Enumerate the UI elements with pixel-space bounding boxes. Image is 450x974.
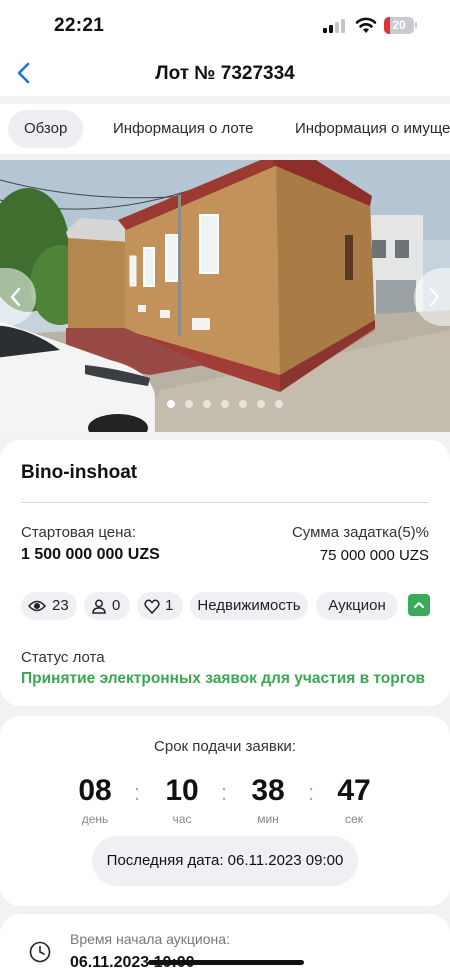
favorites-count: 1 — [165, 597, 174, 614]
battery-icon: 20 — [384, 17, 414, 34]
photo-gallery[interactable] — [0, 160, 450, 432]
header: Лот № 7327334 — [0, 52, 450, 96]
battery-level: 20 — [392, 18, 406, 32]
pagination-dot[interactable] — [221, 400, 229, 408]
days-value: 08 — [78, 774, 112, 807]
start-price-value: 1 500 000 000 UZS — [21, 546, 160, 563]
last-date-pill: Последняя дата: 06.11.2023 09:00 — [92, 836, 358, 886]
hours-value: 10 — [165, 774, 199, 807]
divider — [21, 502, 429, 503]
deposit-label: Сумма задатка(5)% — [291, 524, 429, 541]
chevron-right-icon — [429, 287, 440, 307]
views-count: 23 — [52, 597, 69, 614]
lot-status-value: Принятие электронных заявок для участия … — [21, 670, 425, 687]
tab-lot-info[interactable]: Информация о лоте — [113, 110, 254, 148]
pagination-dot[interactable] — [203, 400, 211, 408]
chevron-left-icon — [10, 287, 21, 307]
pagination-dot[interactable] — [239, 400, 247, 408]
countdown-seconds: 47 сек — [319, 774, 389, 826]
clock-icon — [29, 941, 51, 963]
pagination-dot[interactable] — [167, 400, 175, 408]
chevron-up-icon — [414, 602, 424, 608]
tab-bar: Обзор Информация о лоте Информация о иму… — [0, 104, 450, 154]
countdown-days: 08 день — [60, 774, 130, 826]
start-price-label: Стартовая цена: — [21, 524, 136, 541]
days-unit: день — [81, 812, 109, 826]
status-time: 22:21 — [54, 15, 105, 36]
auction-start-label: Время начала аукциона: — [70, 931, 230, 947]
seconds-unit: сек — [345, 812, 363, 826]
hours-unit: час — [172, 812, 192, 826]
signal-icon — [323, 19, 345, 33]
favorites-chip[interactable]: 1 — [137, 592, 183, 620]
minutes-unit: мин — [257, 812, 279, 826]
gallery-next-button[interactable] — [414, 268, 450, 326]
lot-status-label: Статус лота — [21, 649, 105, 666]
deadline-label: Срок подачи заявки: — [154, 738, 296, 755]
colon-separator: : — [308, 780, 315, 805]
gallery-prev-button[interactable] — [0, 268, 36, 326]
gallery-pagination[interactable] — [0, 400, 450, 410]
tab-property-info[interactable]: Информация о имуще — [295, 110, 450, 148]
pagination-dot[interactable] — [257, 400, 265, 408]
views-chip: 23 — [21, 592, 77, 620]
countdown-hours: 10 час — [147, 774, 217, 826]
minutes-value: 38 — [251, 774, 285, 807]
lot-name: Bino-inshoat — [21, 462, 138, 483]
deadline-card: Срок подачи заявки: 08 день : 10 час : 3… — [0, 716, 450, 906]
participants-count: 0 — [112, 597, 121, 614]
user-icon — [92, 599, 106, 614]
colon-separator: : — [134, 780, 141, 805]
pagination-dot[interactable] — [275, 400, 283, 408]
lot-info-card: Bino-inshoat Стартовая цена: 1 500 000 0… — [0, 440, 450, 706]
category-chip: Недвижимость — [190, 592, 308, 620]
type-chip: Аукцион — [316, 592, 398, 620]
property-photo — [0, 160, 450, 432]
seconds-value: 47 — [337, 774, 371, 807]
countdown-minutes: 38 мин — [233, 774, 303, 826]
page-title: Лот № 7327334 — [155, 63, 295, 84]
collapse-button[interactable] — [408, 594, 430, 616]
home-indicator[interactable] — [148, 960, 304, 965]
wifi-icon — [355, 17, 377, 33]
auction-start-card: Время начала аукциона: 06.11.2023 10:00 — [0, 914, 450, 974]
status-bar: 22:21 20 — [0, 0, 450, 52]
colon-separator: : — [221, 780, 228, 805]
participants-chip: 0 — [84, 592, 130, 620]
eye-icon — [28, 600, 46, 612]
tab-overview[interactable]: Обзор — [8, 110, 84, 148]
deposit-value: 75 000 000 UZS — [319, 547, 429, 564]
pagination-dot[interactable] — [185, 400, 193, 408]
battery-cap — [415, 22, 417, 28]
heart-icon — [144, 599, 160, 614]
